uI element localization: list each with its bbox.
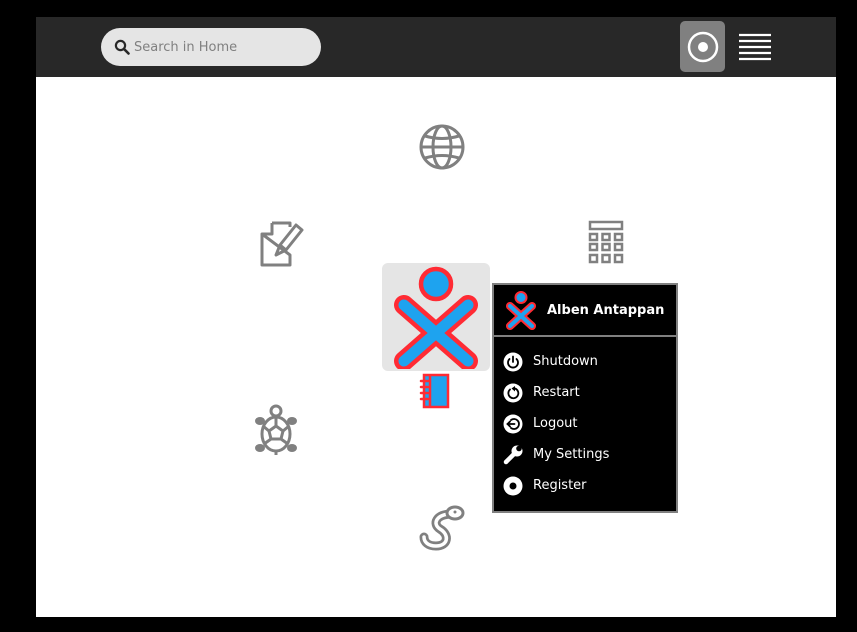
pippy-activity[interactable] — [414, 499, 470, 555]
calculator-icon — [588, 220, 624, 264]
shutdown-menu-item[interactable]: Shutdown — [494, 346, 676, 377]
register-menu-item[interactable]: Register — [494, 470, 676, 501]
xo-person-icon — [394, 266, 478, 369]
calculate-activity[interactable] — [579, 213, 633, 273]
register-label: Register — [533, 478, 587, 493]
search-input[interactable] — [134, 39, 314, 55]
browse-activity[interactable] — [414, 119, 470, 175]
shutdown-label: Shutdown — [533, 354, 598, 369]
my-settings-label: My Settings — [533, 447, 610, 462]
snake-icon — [419, 505, 465, 551]
palette-header: Alben Antappan — [494, 285, 676, 337]
journal[interactable] — [416, 371, 454, 411]
turtle-icon — [255, 404, 297, 455]
turtle-activity[interactable] — [247, 401, 305, 461]
register-icon — [503, 476, 523, 495]
palette-user-name: Alben Antappan — [547, 302, 665, 318]
list-view-button[interactable] — [735, 27, 775, 67]
owner-palette: Alben Antappan Shutdown Restart Logout M… — [492, 283, 678, 513]
owner-xo-icon[interactable] — [382, 263, 490, 371]
top-toolbar — [36, 17, 836, 77]
home-ring-icon — [687, 31, 718, 62]
pen-paper-icon — [260, 221, 304, 267]
search-box[interactable] — [101, 28, 321, 66]
list-view-icon — [739, 33, 771, 61]
power-icon — [503, 352, 523, 371]
xo-avatar-icon — [506, 291, 536, 330]
my-settings-menu-item[interactable]: My Settings — [494, 439, 676, 470]
logout-label: Logout — [533, 416, 578, 431]
restart-menu-item[interactable]: Restart — [494, 377, 676, 408]
wrench-icon — [503, 445, 523, 464]
write-activity[interactable] — [250, 213, 310, 273]
globe-icon — [419, 124, 465, 170]
logout-menu-item[interactable]: Logout — [494, 408, 676, 439]
journal-icon — [419, 373, 450, 409]
home-view-button[interactable] — [680, 21, 725, 72]
search-icon — [114, 39, 130, 55]
logout-icon — [503, 414, 523, 433]
palette-menu: Shutdown Restart Logout My Settings Regi… — [494, 337, 676, 501]
home-canvas: Alben Antappan Shutdown Restart Logout M… — [36, 77, 836, 617]
restart-label: Restart — [533, 385, 580, 400]
restart-icon — [503, 383, 523, 402]
